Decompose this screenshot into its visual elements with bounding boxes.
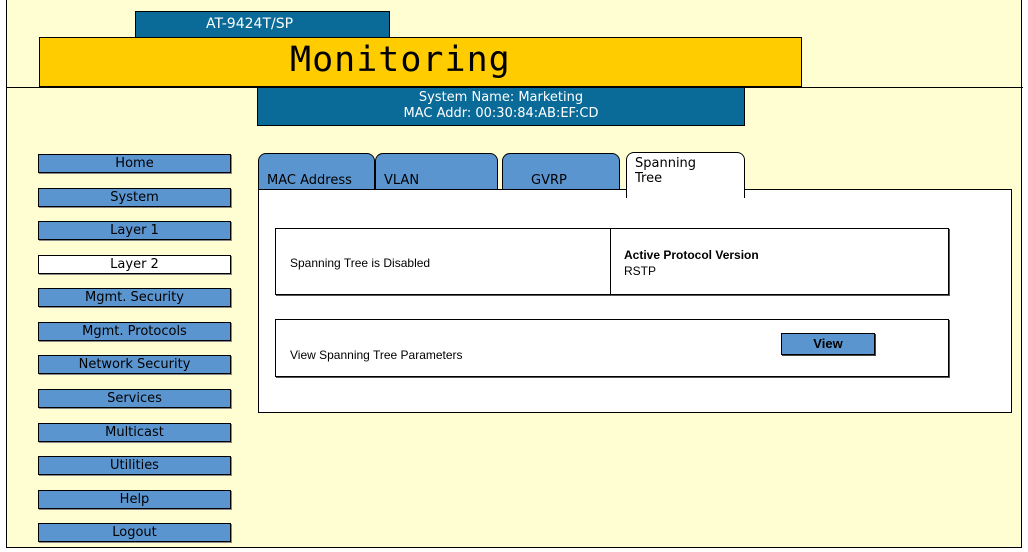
content-panel: Spanning Tree is Disabled Active Protoco…	[258, 189, 1012, 413]
protocol-version-value: RSTP	[624, 264, 657, 278]
status-divider	[610, 229, 611, 294]
nav-logout-button[interactable]: Logout	[38, 523, 231, 542]
tab-spanning-tree[interactable]: Spanning Tree	[626, 152, 745, 198]
page-frame: AT-9424T/SP Monitoring System Name: Mark…	[6, 0, 1023, 548]
system-info-box: System Name: Marketing MAC Addr: 00:30:8…	[257, 88, 745, 126]
tab-vlan-label: VLAN	[384, 173, 420, 188]
nav-network-security-button[interactable]: Network Security	[38, 355, 231, 374]
view-parameters-label: View Spanning Tree Parameters	[290, 348, 463, 362]
tab-mac-address-label: MAC Address	[267, 173, 352, 188]
nav-utilities-button[interactable]: Utilities	[38, 456, 231, 475]
mac-address: MAC Addr: 00:30:84:AB:EF:CD	[403, 106, 599, 121]
tab-mac-address[interactable]: MAC Address	[258, 153, 375, 191]
status-box: Spanning Tree is Disabled Active Protoco…	[275, 228, 949, 295]
tab-spanning-tree-label-line2: Tree	[635, 171, 663, 186]
tab-vlan[interactable]: VLAN	[375, 153, 498, 191]
nav-home-button[interactable]: Home	[38, 154, 231, 173]
nav-services-button[interactable]: Services	[38, 389, 231, 408]
parameters-box: View Spanning Tree Parameters View	[275, 319, 949, 377]
tab-gvrp[interactable]: GVRP	[502, 153, 620, 191]
view-button[interactable]: View	[781, 333, 875, 355]
nav-multicast-button[interactable]: Multicast	[38, 423, 231, 442]
nav-layer2-button[interactable]: Layer 2	[38, 255, 231, 274]
nav-system-button[interactable]: System	[38, 188, 231, 207]
tab-spanning-tree-label-line1: Spanning	[635, 156, 697, 171]
model-label: AT-9424T/SP	[135, 11, 390, 37]
title-bar: Monitoring	[39, 37, 802, 87]
protocol-version-heading: Active Protocol Version	[624, 248, 759, 262]
nav-mgmt-protocols-button[interactable]: Mgmt. Protocols	[38, 322, 231, 341]
page-title: Monitoring	[290, 40, 511, 80]
system-name: System Name: Marketing	[418, 90, 584, 105]
spanning-tree-status: Spanning Tree is Disabled	[290, 256, 431, 270]
nav-mgmt-security-button[interactable]: Mgmt. Security	[38, 288, 231, 307]
nav-layer1-button[interactable]: Layer 1	[38, 221, 231, 240]
nav-help-button[interactable]: Help	[38, 490, 231, 509]
tab-gvrp-label: GVRP	[531, 173, 567, 188]
